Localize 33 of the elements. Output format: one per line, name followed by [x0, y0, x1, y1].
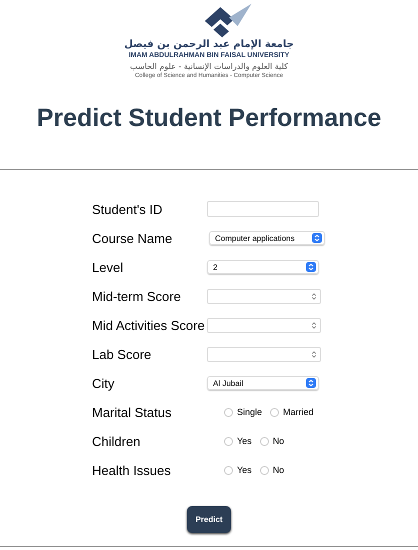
dropdown[interactable]: 2 — [207, 260, 319, 274]
radio-option[interactable]: No — [260, 465, 284, 476]
radio-option[interactable]: Yes — [224, 436, 252, 446]
field-label: Mid Activities Score — [92, 318, 206, 333]
field-label: Student's ID — [92, 202, 164, 217]
page-title: Predict Student Performance — [36, 104, 382, 133]
dropdown[interactable]: Computer applications — [209, 231, 325, 246]
radio-option[interactable]: Yes — [224, 465, 252, 476]
predict-button[interactable]: Predict — [187, 506, 231, 533]
input-field[interactable] — [207, 201, 319, 218]
stepper-icon — [306, 262, 316, 272]
dropdown[interactable]: Al Jubail — [207, 376, 319, 390]
stepper-icon — [312, 233, 322, 244]
university-arabic-name: جامعة الإمام عبد الرحمن بن فيصل — [124, 40, 294, 50]
number-field[interactable] — [207, 288, 321, 304]
number-field[interactable] — [207, 346, 321, 362]
field-label: City — [92, 376, 116, 391]
stepper-icon — [311, 320, 317, 330]
college-arabic-name: كلية العلوم والدراسات الإنسانية - علوم الحاسب — [130, 62, 288, 72]
field-label: Mid-term Score — [92, 288, 182, 304]
field-label: Course Name — [92, 230, 174, 246]
stepper-icon — [311, 292, 317, 301]
radio-option[interactable]: Married — [270, 407, 314, 418]
number-field[interactable] — [207, 318, 321, 333]
stepper-icon — [311, 350, 317, 359]
field-label: Lab Score — [92, 346, 152, 362]
stepper-icon — [306, 378, 316, 388]
field-label: Level — [92, 260, 124, 275]
field-label: Children — [92, 434, 142, 449]
field-label: Health Issues — [92, 462, 172, 478]
radio-option[interactable]: Single — [224, 407, 262, 418]
field-label: Marital Status — [92, 404, 172, 420]
radio-option[interactable]: No — [260, 436, 284, 446]
